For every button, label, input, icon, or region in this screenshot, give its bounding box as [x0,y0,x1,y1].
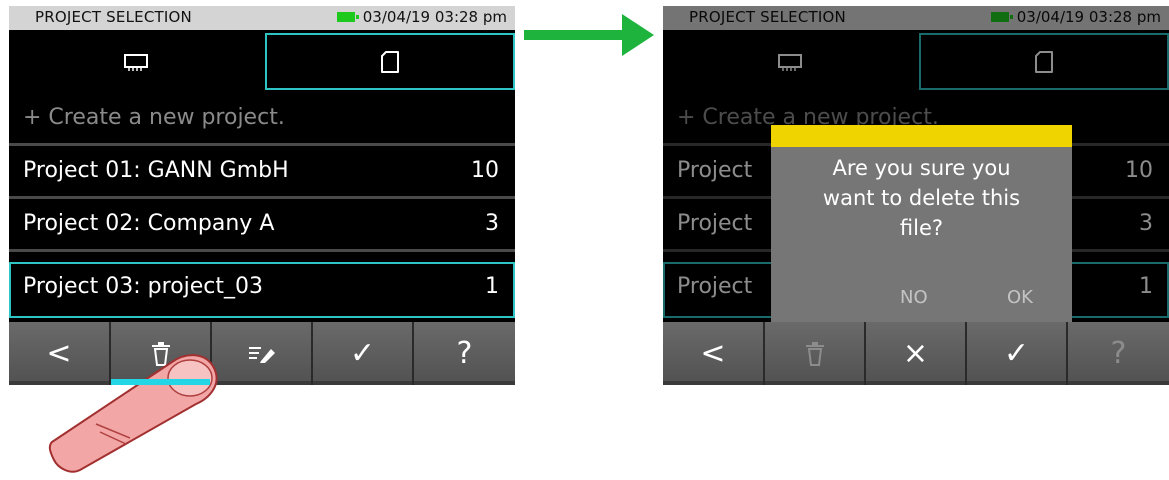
list-item-selected[interactable]: Project 03: project_03 1 [9,262,515,318]
cancel-button[interactable]: × [866,322,967,385]
project-name: Project [677,274,753,299]
project-count: 1 [485,274,499,299]
project-name: Project 03: project_03 [23,274,264,299]
delete-button-highlight [111,379,210,385]
dialog-ok-button[interactable]: OK [1007,287,1033,308]
back-icon: < [700,336,726,371]
bottom-toolbar: < × ✓ ? [663,322,1169,385]
project-name: Project 02: Company A [23,211,275,236]
storage-tabs [663,33,1169,90]
device-screen-before: PROJECT SELECTION 03/04/19 03:28 pm + Cr… [9,6,515,385]
help-button: ? [1068,322,1169,385]
delete-button [765,322,866,385]
status-bar: PROJECT SELECTION 03/04/19 03:28 pm [9,6,515,30]
project-count: 3 [485,211,499,236]
trash-icon [805,341,824,366]
project-count: 3 [1139,211,1153,236]
help-button[interactable]: ? [414,322,515,385]
dialog-header [771,125,1072,147]
edit-icon [248,346,275,363]
project-count: 10 [1125,158,1153,183]
tab-sd-card[interactable] [919,33,1169,90]
create-project-row[interactable]: + Create a new project. [9,93,515,143]
battery-icon [990,12,1013,22]
close-icon: × [902,336,929,371]
status-bar: PROJECT SELECTION 03/04/19 03:28 pm [663,6,1169,30]
device-screen-after: PROJECT SELECTION 03/04/19 03:28 pm + Cr… [663,6,1169,385]
project-count: 10 [471,158,499,183]
memory-chip-icon [123,53,148,71]
confirm-button[interactable]: ✓ [313,322,414,385]
confirm-button[interactable]: ✓ [967,322,1068,385]
check-icon: ✓ [349,336,376,371]
divider [9,249,515,252]
datetime: 03/04/19 03:28 pm [362,8,507,26]
create-project-label: + Create a new project. [23,105,285,130]
list-item[interactable]: Project 02: Company A 3 [9,199,515,249]
project-name: Project 01: GANN GmbH [23,158,289,183]
datetime: 03/04/19 03:28 pm [1016,8,1161,26]
tab-internal-memory[interactable] [663,33,916,90]
list-item[interactable]: Project 01: GANN GmbH 10 [9,146,515,196]
check-icon: ✓ [1003,336,1030,371]
project-name: Project [677,211,753,236]
arrow-right-icon [524,14,654,56]
screen-title: PROJECT SELECTION [35,8,192,26]
screen-title: PROJECT SELECTION [689,8,846,26]
dialog-message: Are you sure you want to delete this fil… [822,156,1021,240]
delete-confirm-dialog: Are you sure you want to delete this fil… [771,125,1072,322]
tab-internal-memory[interactable] [9,33,262,90]
sd-card-icon [1035,50,1053,73]
project-name: Project [677,158,753,183]
sd-card-icon [381,50,399,73]
project-count: 1 [1139,274,1153,299]
tab-sd-card[interactable] [265,33,515,90]
battery-icon [336,12,359,22]
memory-chip-icon [777,53,802,71]
help-icon: ? [1110,336,1127,371]
help-icon: ? [456,336,473,371]
back-button[interactable]: < [663,322,765,385]
storage-tabs [9,33,515,90]
finger-tap-icon [48,354,218,473]
dialog-no-button[interactable]: NO [900,287,928,308]
